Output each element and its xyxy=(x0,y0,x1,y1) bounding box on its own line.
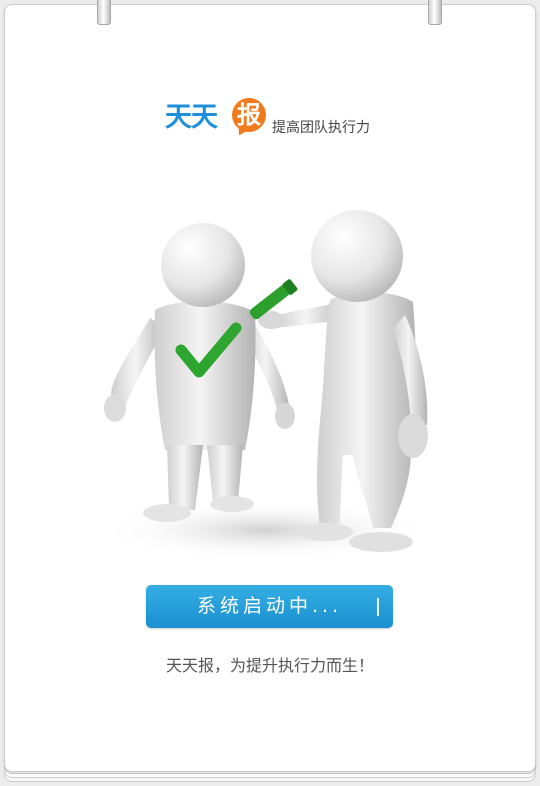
tagline: 天天报，为提升执行力而生！ xyxy=(165,656,374,675)
status-label: 系统启动中... xyxy=(196,595,343,617)
system-starting-button[interactable]: 系统启动中... xyxy=(146,585,393,628)
logo-slogan: 提高团队执行力 xyxy=(272,120,370,136)
logo-word: 天天 xyxy=(165,102,218,133)
paper-clip-icon xyxy=(428,0,442,25)
paper-clip-icon xyxy=(97,0,111,25)
logo-speech-bubble: 报 xyxy=(232,98,266,132)
left-figure xyxy=(104,223,295,522)
two-figures-checkmark-illustration xyxy=(100,210,430,560)
app-logo: 天天 报 提高团队执行力 xyxy=(165,98,395,141)
button-edge-highlight xyxy=(377,598,379,616)
